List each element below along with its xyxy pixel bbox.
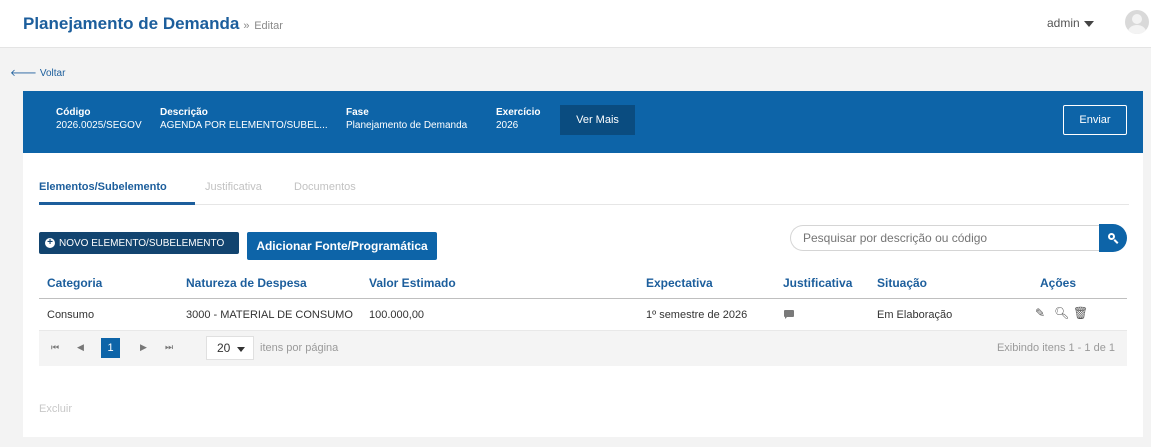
page-title-text: Planejamento de Demanda [23, 14, 240, 33]
column-header-categoria[interactable]: Categoria [47, 276, 102, 290]
next-page-icon[interactable]: ▶︎ [140, 342, 147, 353]
content-card: Elementos/Subelemento Justificativa Docu… [23, 153, 1143, 437]
breadcrumb-separator: » [243, 20, 250, 32]
info-band: Código 2026.0025/SEGOV Descrição AGENDA … [23, 91, 1143, 153]
page-size-value: 20 [217, 341, 231, 355]
adicionar-fonte-button[interactable]: Adicionar Fonte/Programática [247, 232, 437, 260]
breadcrumb-current: Editar [254, 20, 283, 32]
enviar-button[interactable]: Enviar [1063, 105, 1127, 135]
exercicio-label: Exercício [496, 107, 541, 118]
table-row: Consumo 3000 - MATERIAL DE CONSUMO 100.0… [39, 299, 1127, 331]
arrow-left-icon: 🡐 [10, 68, 37, 79]
cell-natureza: 3000 - MATERIAL DE CONSUMO [186, 309, 353, 321]
active-tab-indicator [39, 202, 195, 205]
column-header-expectativa[interactable]: Expectativa [646, 276, 713, 290]
descricao-block: Descrição AGENDA POR ELEMENTO/SUBEL... [160, 106, 328, 132]
search-icon [1107, 232, 1119, 244]
back-label: Voltar [39, 67, 66, 79]
exercicio-value: 2026 [496, 120, 519, 131]
codigo-label: Código [56, 107, 91, 118]
last-page-icon[interactable]: ⏭︎ [165, 342, 173, 353]
descricao-label: Descrição [160, 107, 208, 118]
search-input[interactable] [790, 225, 1099, 251]
tab-documentos[interactable]: Documentos [294, 181, 356, 193]
tab-justificativa[interactable]: Justificativa [205, 181, 262, 193]
back-link[interactable]: 🡐 Voltar [10, 67, 66, 80]
page-button-current[interactable]: 1 [101, 338, 120, 358]
fase-block: Fase Planejamento de Demanda [346, 106, 467, 132]
fase-value: Planejamento de Demanda [346, 120, 468, 131]
codigo-value: 2026.0025/SEGOV [56, 120, 142, 131]
chevron-down-icon [237, 347, 245, 352]
first-page-icon[interactable]: ⏮︎ [51, 342, 59, 353]
tab-elementos[interactable]: Elementos/Subelemento [39, 181, 167, 193]
cell-situacao: Em Elaboração [877, 309, 953, 321]
ver-mais-button[interactable]: Ver Mais [560, 105, 635, 135]
cell-expectativa: 1º semestre de 2026 [646, 309, 748, 321]
column-header-acoes: Ações [1040, 276, 1077, 290]
avatar-body [1128, 25, 1146, 34]
page-size-select[interactable]: 20 [206, 336, 254, 360]
fase-label: Fase [346, 107, 369, 118]
table-header: Categoria Natureza de Despesa Valor Esti… [39, 270, 1127, 299]
search-button[interactable] [1099, 224, 1127, 252]
edit-icon[interactable]: ✎ [1035, 307, 1045, 319]
descricao-value: AGENDA POR ELEMENTO/SUBEL... [160, 120, 328, 131]
excluir-button[interactable]: Excluir [39, 403, 72, 415]
trash-icon[interactable]: 🗑︎ [1073, 307, 1088, 319]
avatar[interactable] [1125, 10, 1149, 34]
cell-valor: 100.000,00 [369, 309, 425, 321]
novo-elemento-button[interactable]: + NOVO ELEMENTO/SUBELEMENTO [39, 232, 239, 254]
top-bar: Planejamento de Demanda» Editar admin [0, 0, 1151, 48]
tab-bar: Elementos/Subelemento Justificativa Docu… [39, 173, 1129, 205]
column-header-natureza[interactable]: Natureza de Despesa [186, 276, 307, 290]
elements-table: Categoria Natureza de Despesa Valor Esti… [39, 270, 1127, 331]
per-page-label: itens por página [260, 342, 339, 354]
caret-down-icon [1083, 20, 1094, 27]
exercicio-block: Exercício 2026 [496, 106, 540, 132]
column-header-valor[interactable]: Valor Estimado [369, 276, 456, 290]
column-header-justificativa[interactable]: Justificativa [783, 276, 852, 290]
user-name: admin [1047, 16, 1080, 30]
pagination-bar: ⏮︎ ◀︎ 1 ▶︎ ⏭︎ 20 itens por página Exibin… [39, 331, 1127, 366]
column-header-situacao[interactable]: Situação [877, 276, 927, 290]
cell-categoria: Consumo [47, 309, 95, 321]
view-icon[interactable]: 🔍︎ [1054, 307, 1069, 319]
user-menu[interactable]: admin [1047, 16, 1094, 30]
pagination-info: Exibindo itens 1 - 1 de 1 [996, 342, 1115, 354]
prev-page-icon[interactable]: ◀︎ [77, 342, 84, 353]
avatar-head [1132, 14, 1142, 24]
novo-elemento-label: NOVO ELEMENTO/SUBELEMENTO [59, 237, 225, 249]
codigo-block: Código 2026.0025/SEGOV [56, 106, 142, 132]
page-title: Planejamento de Demanda» Editar [23, 14, 283, 34]
comment-icon[interactable] [784, 310, 794, 319]
plus-circle-icon: + [45, 238, 55, 248]
